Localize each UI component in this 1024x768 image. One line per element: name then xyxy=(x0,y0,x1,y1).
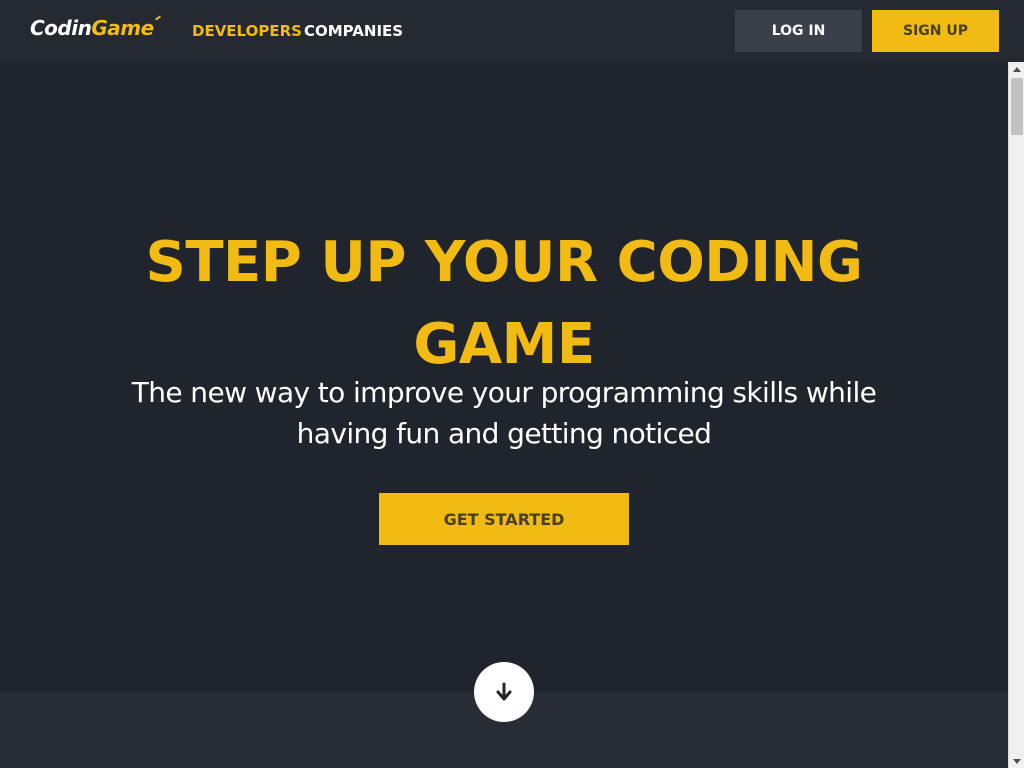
logo-spark-icon xyxy=(154,15,161,21)
scroll-down-button[interactable] xyxy=(474,662,534,722)
signup-button[interactable]: SIGN UP xyxy=(872,10,999,52)
vertical-scrollbar[interactable] xyxy=(1008,62,1024,768)
scrollbar-thumb[interactable] xyxy=(1011,78,1023,135)
hero-subtitle-line-1: The new way to improve your programming … xyxy=(131,376,877,409)
get-started-button[interactable]: GET STARTED xyxy=(379,493,629,545)
login-button[interactable]: LOG IN xyxy=(735,10,862,52)
triangle-up-icon xyxy=(1012,66,1021,72)
scrollbar-up-arrow[interactable] xyxy=(1009,62,1024,76)
hero-title: STEP UP YOUR CODING GAME xyxy=(0,222,1008,386)
logo-text-prefix: Codin xyxy=(30,16,92,40)
arrow-down-icon xyxy=(496,682,512,701)
hero-title-line-1: STEP UP YOUR CODING xyxy=(145,230,863,295)
codingame-logo[interactable]: CodinGame xyxy=(30,15,161,40)
page-viewport: CodinGame DEVELOPERS COMPANIES LOG IN SI… xyxy=(0,0,1024,768)
hero-subtitle-line-2: having fun and getting noticed xyxy=(296,417,712,450)
hero-subtitle: The new way to improve your programming … xyxy=(0,372,1008,454)
top-navigation-bar: CodinGame DEVELOPERS COMPANIES LOG IN SI… xyxy=(0,0,1024,62)
nav-link-developers[interactable]: DEVELOPERS xyxy=(192,22,302,40)
logo-text-suffix: Game xyxy=(91,16,154,40)
scrollbar-down-arrow[interactable] xyxy=(1009,754,1024,768)
nav-link-companies[interactable]: COMPANIES xyxy=(304,22,403,40)
triangle-down-icon xyxy=(1012,758,1021,764)
